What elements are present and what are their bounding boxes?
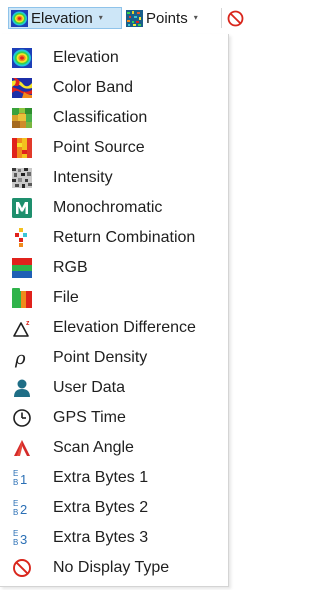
- menu-item-no-display-type[interactable]: No Display Type: [0, 553, 228, 583]
- user-data-icon: [14, 379, 30, 397]
- file-icon: [12, 288, 32, 308]
- display-type-menu: Elevation Color Band Classification Poin…: [0, 34, 229, 587]
- render-type-label: Points: [146, 9, 188, 27]
- menu-item-file[interactable]: File: [0, 283, 228, 313]
- no-display-button[interactable]: [221, 7, 247, 29]
- intensity-icon: [12, 168, 32, 188]
- menu-item-label: Extra Bytes 1: [53, 469, 149, 486]
- menu-item-label: File: [53, 289, 79, 306]
- elevation-icon: [12, 48, 32, 68]
- menu-item-label: Scan Angle: [53, 439, 134, 456]
- svg-text:1: 1: [20, 472, 27, 487]
- menu-item-extra-bytes-3[interactable]: E B 3 Extra Bytes 3: [0, 523, 228, 553]
- menu-item-monochromatic[interactable]: Monochromatic: [0, 193, 228, 223]
- scan-angle-icon: [14, 440, 30, 456]
- menu-item-gps-time[interactable]: GPS Time: [0, 403, 228, 433]
- menu-item-label: User Data: [53, 379, 126, 396]
- color-band-icon: [12, 78, 32, 98]
- chevron-down-icon: ▾: [193, 13, 198, 22]
- menu-item-label: Elevation Difference: [53, 319, 196, 336]
- extra-bytes-2-icon: E B 2: [13, 499, 27, 517]
- no-display-icon: [227, 10, 244, 26]
- menu-item-label: Intensity: [53, 169, 113, 186]
- extra-bytes-3-icon: E B 3: [13, 529, 27, 547]
- menu-item-label: RGB: [53, 259, 88, 276]
- menu-item-label: Point Source: [53, 139, 145, 156]
- menu-item-extra-bytes-2[interactable]: E B 2 Extra Bytes 2: [0, 493, 228, 523]
- menu-item-extra-bytes-1[interactable]: E B 1 Extra Bytes 1: [0, 463, 228, 493]
- display-toolbar: Elevation ▾ Points ▾: [0, 0, 248, 34]
- chevron-down-icon: ▾: [98, 13, 103, 22]
- return-combination-icon: [15, 228, 27, 247]
- svg-text:B: B: [13, 478, 18, 487]
- menu-item-label: Extra Bytes 2: [53, 499, 149, 516]
- menu-item-return-combination[interactable]: Return Combination: [0, 223, 228, 253]
- menu-item-label: Return Combination: [53, 229, 196, 246]
- point-density-icon: ρ: [14, 348, 26, 368]
- elevation-icon: [11, 9, 28, 27]
- display-type-dropdown-button[interactable]: Elevation ▾: [8, 7, 122, 29]
- rgb-icon: [12, 258, 32, 278]
- svg-text:ρ: ρ: [14, 348, 26, 368]
- menu-item-scan-angle[interactable]: Scan Angle: [0, 433, 228, 463]
- menu-item-user-data[interactable]: User Data: [0, 373, 228, 403]
- svg-text:B: B: [13, 508, 18, 517]
- menu-item-elevation-difference[interactable]: z Elevation Difference: [0, 313, 228, 343]
- menu-item-intensity[interactable]: Intensity: [0, 163, 228, 193]
- menu-item-label: Extra Bytes 3: [53, 529, 149, 546]
- points-icon: [126, 9, 143, 27]
- menu-item-color-band[interactable]: Color Band: [0, 73, 228, 103]
- menu-item-point-source[interactable]: Point Source: [0, 133, 228, 163]
- menu-item-label: No Display Type: [53, 559, 170, 576]
- menu-item-label: Elevation: [53, 49, 119, 66]
- clock-icon: [13, 409, 31, 427]
- menu-item-label: GPS Time: [53, 409, 126, 426]
- svg-text:E: E: [13, 529, 18, 538]
- menu-item-label: Point Density: [53, 349, 148, 366]
- display-type-label: Elevation: [31, 9, 93, 27]
- svg-text:E: E: [13, 469, 18, 478]
- menu-item-label: Monochromatic: [53, 199, 163, 216]
- extra-bytes-1-icon: E B 1: [13, 469, 27, 487]
- point-source-icon: [12, 138, 32, 158]
- menu-item-label: Color Band: [53, 79, 134, 96]
- menu-item-classification[interactable]: Classification: [0, 103, 228, 133]
- svg-text:3: 3: [20, 532, 27, 547]
- svg-text:E: E: [13, 499, 18, 508]
- elevation-difference-icon: z: [13, 320, 30, 337]
- menu-item-rgb[interactable]: RGB: [0, 253, 228, 283]
- menu-item-label: Classification: [53, 109, 148, 126]
- app-frame: Elevation ▾ Points ▾ Elevation Color Ban…: [0, 0, 248, 590]
- menu-item-point-density[interactable]: ρ Point Density: [0, 343, 228, 373]
- no-display-type-icon: [13, 559, 31, 577]
- svg-text:2: 2: [20, 502, 27, 517]
- monochromatic-icon: [12, 198, 32, 218]
- classification-icon: [12, 108, 32, 128]
- menu-item-elevation[interactable]: Elevation: [0, 43, 228, 73]
- svg-text:z: z: [26, 320, 30, 327]
- render-type-dropdown-button[interactable]: Points ▾: [124, 7, 219, 29]
- svg-text:B: B: [13, 538, 18, 547]
